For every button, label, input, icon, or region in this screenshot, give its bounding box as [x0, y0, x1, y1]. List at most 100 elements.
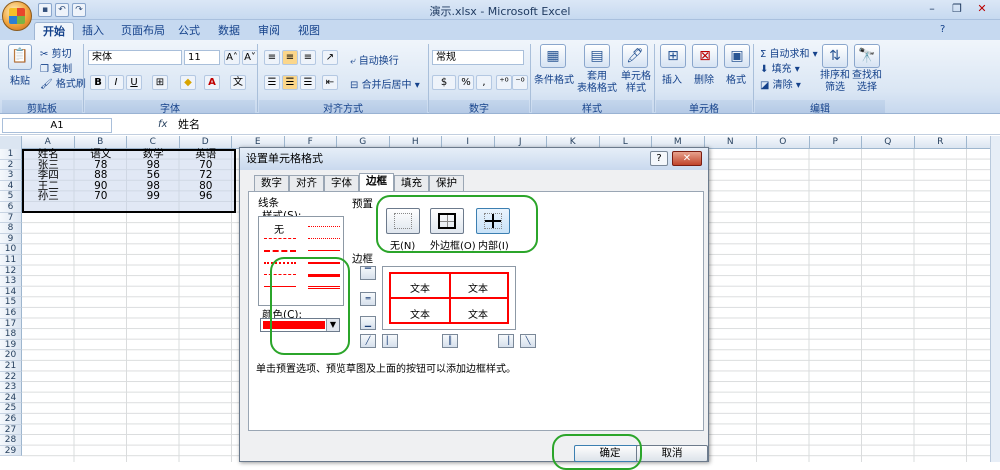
cell-B5[interactable]: 70: [75, 191, 128, 202]
row-header-20[interactable]: 20: [0, 350, 22, 361]
table-format-button[interactable]: 套用 表格格式: [574, 71, 620, 95]
border-diagonal-up-icon[interactable]: ╱: [360, 334, 376, 348]
format-cells-icon[interactable]: ▣: [724, 44, 750, 68]
row-header-11[interactable]: 11: [0, 255, 22, 266]
name-box[interactable]: A1: [2, 118, 112, 133]
sort-filter-icon[interactable]: ⇅: [822, 44, 848, 68]
row-header-17[interactable]: 17: [0, 318, 22, 330]
cell-C1[interactable]: 数学: [127, 149, 180, 160]
row-header-28[interactable]: 28: [0, 435, 22, 446]
cell-styles-button[interactable]: 单元格 样式: [620, 71, 652, 95]
merge-center-button[interactable]: ⊟ 合并后居中 ▾: [350, 76, 420, 91]
vertical-scrollbar[interactable]: [990, 136, 1000, 462]
dialog-tab-0[interactable]: 数字: [254, 175, 289, 191]
border-top-icon[interactable]: ▔: [360, 266, 376, 280]
sort-filter-button[interactable]: 排序和 筛选: [818, 70, 852, 94]
dialog-tab-2[interactable]: 字体: [324, 175, 359, 191]
office-button[interactable]: [2, 1, 32, 31]
find-select-icon[interactable]: 🔭: [854, 44, 880, 68]
row-header-24[interactable]: 24: [0, 392, 22, 404]
delete-cells-icon[interactable]: ⊠: [692, 44, 718, 68]
cell-styles-icon[interactable]: 🖊: [622, 44, 648, 68]
find-select-button[interactable]: 查找和 选择: [850, 70, 884, 94]
align-center-icon[interactable]: ☰: [282, 75, 298, 90]
tab-data[interactable]: 数据: [210, 22, 248, 40]
align-middle-icon[interactable]: ≡: [282, 50, 298, 65]
column-header-Q[interactable]: Q: [862, 136, 915, 149]
font-color-icon[interactable]: A: [204, 75, 220, 90]
tab-formulas[interactable]: 公式: [170, 22, 208, 40]
border-icon[interactable]: ⊞: [152, 75, 168, 90]
row-header-4[interactable]: 4: [0, 180, 22, 192]
row-header-8[interactable]: 8: [0, 223, 22, 234]
row-header-19[interactable]: 19: [0, 339, 22, 351]
formula-input[interactable]: 姓名: [178, 118, 978, 133]
border-left-icon[interactable]: ▏: [382, 334, 398, 348]
number-format-select[interactable]: 常规: [432, 50, 524, 65]
cell-A1[interactable]: 姓名: [22, 149, 75, 160]
row-header-27[interactable]: 27: [0, 424, 22, 436]
align-left-icon[interactable]: ☰: [264, 75, 280, 90]
paste-icon[interactable]: 📋: [8, 44, 32, 70]
shrink-font-icon[interactable]: A˅: [242, 50, 258, 65]
row-header-26[interactable]: 26: [0, 414, 22, 425]
row-header-1[interactable]: 1: [0, 149, 22, 160]
bold-button[interactable]: B: [90, 75, 106, 90]
row-header-5[interactable]: 5: [0, 191, 22, 202]
percent-icon[interactable]: %: [458, 75, 474, 90]
align-bottom-icon[interactable]: ≡: [300, 50, 316, 65]
tab-page-layout[interactable]: 页面布局: [113, 22, 173, 40]
phonetic-icon[interactable]: 文: [230, 75, 246, 90]
conditional-format-icon[interactable]: ▦: [540, 44, 566, 68]
cell-D1[interactable]: 英语: [180, 149, 233, 160]
row-header-14[interactable]: 14: [0, 286, 22, 298]
border-right-icon[interactable]: ▕: [498, 334, 514, 348]
tab-view[interactable]: 视图: [290, 22, 328, 40]
line-style-option[interactable]: [308, 238, 340, 239]
cell-D5[interactable]: 96: [180, 191, 233, 202]
table-format-icon[interactable]: ▤: [584, 44, 610, 68]
currency-icon[interactable]: $: [432, 75, 456, 90]
row-header-7[interactable]: 7: [0, 212, 22, 224]
row-header-16[interactable]: 16: [0, 308, 22, 319]
row-header-2[interactable]: 2: [0, 159, 22, 171]
conditional-format-button[interactable]: 条件格式: [534, 71, 574, 86]
dialog-tab-1[interactable]: 对齐: [289, 175, 324, 191]
row-header-3[interactable]: 3: [0, 170, 22, 181]
tab-insert[interactable]: 插入: [74, 22, 112, 40]
format-painter-button[interactable]: 🖌 格式刷: [40, 75, 86, 90]
copy-button[interactable]: ❐ 复制: [40, 60, 72, 75]
fill-button[interactable]: ⬇ 填充 ▾: [760, 60, 800, 75]
cell-A5[interactable]: 孙三: [22, 191, 75, 202]
border-middle-vertical-icon[interactable]: ║: [442, 334, 458, 348]
row-header-10[interactable]: 10: [0, 244, 22, 255]
cut-button[interactable]: ✂ 剪切: [40, 45, 72, 60]
insert-cells-icon[interactable]: ⊞: [660, 44, 686, 68]
italic-button[interactable]: I: [108, 75, 124, 90]
row-header-25[interactable]: 25: [0, 403, 22, 414]
column-header-P[interactable]: P: [810, 136, 862, 149]
comma-icon[interactable]: ,: [476, 75, 492, 90]
minimize-button[interactable]: –: [920, 1, 944, 17]
row-header-22[interactable]: 22: [0, 371, 22, 383]
paste-button[interactable]: 粘贴: [10, 72, 30, 87]
tab-review[interactable]: 审阅: [250, 22, 288, 40]
border-middle-horizontal-icon[interactable]: ═: [360, 292, 376, 306]
insert-cells-button[interactable]: 插入: [662, 71, 682, 86]
dialog-tab-3[interactable]: 边框: [359, 173, 394, 191]
row-header-18[interactable]: 18: [0, 329, 22, 340]
restore-button[interactable]: ❐: [945, 1, 969, 17]
line-style-option[interactable]: [308, 250, 340, 251]
decrease-indent-icon[interactable]: ⇤: [322, 75, 338, 90]
row-header-21[interactable]: 21: [0, 361, 22, 372]
tab-home[interactable]: 开始: [34, 22, 74, 40]
line-style-none[interactable]: 无: [274, 221, 284, 236]
dialog-tab-5[interactable]: 保护: [429, 175, 464, 191]
dialog-tab-4[interactable]: 填充: [394, 175, 429, 191]
border-diagonal-down-icon[interactable]: ╲: [520, 334, 536, 348]
cell-C5[interactable]: 99: [127, 191, 180, 202]
ribbon-help-icon[interactable]: ?: [940, 24, 945, 35]
column-header-N[interactable]: N: [705, 136, 757, 149]
row-header-15[interactable]: 15: [0, 297, 22, 308]
align-top-icon[interactable]: ≡: [264, 50, 280, 65]
